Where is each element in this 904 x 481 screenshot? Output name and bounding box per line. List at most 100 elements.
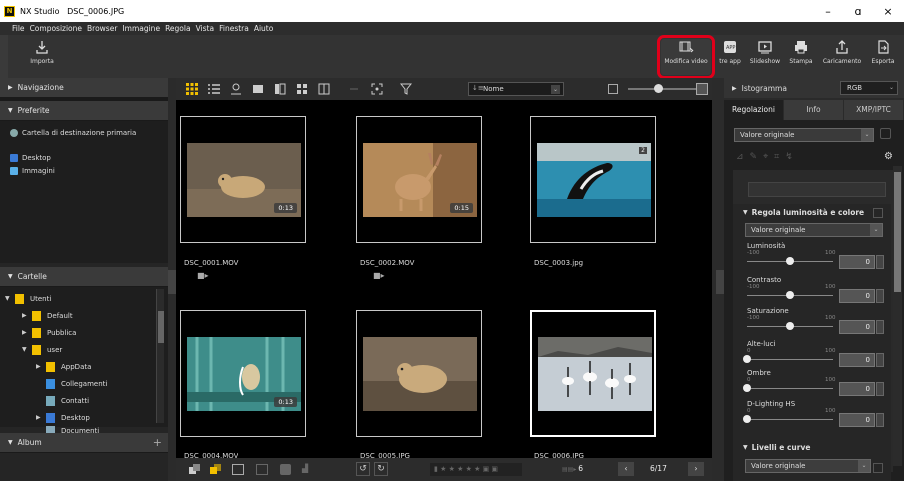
slider-knob[interactable]: [743, 384, 751, 392]
spinner-icon[interactable]: [876, 255, 884, 269]
previous-page-button[interactable]: ‹: [618, 462, 634, 476]
slider-track[interactable]: [747, 359, 833, 360]
rotate-left-icon[interactable]: ↺: [356, 462, 370, 476]
tree-item-default[interactable]: ▶ Default: [0, 307, 168, 324]
slideshow-button[interactable]: Slideshow: [748, 39, 782, 75]
fav-item-images[interactable]: Immagini: [0, 164, 168, 177]
folder-scrollbar[interactable]: [156, 289, 164, 423]
tab-regolazioni[interactable]: Regolazioni: [724, 100, 783, 120]
tab-info[interactable]: Info: [784, 100, 843, 120]
next-page-button[interactable]: ›: [688, 462, 704, 476]
rotate-right-icon[interactable]: ↻: [374, 462, 388, 476]
filmstrip-view-icon[interactable]: [273, 83, 286, 96]
sequence-icon[interactable]: [348, 83, 361, 96]
tree-item-desktop[interactable]: ▶ Desktop: [0, 409, 168, 426]
rating-stars[interactable]: ▮ ★ ★ ★ ★ ★ ▣ ▣: [430, 463, 522, 476]
tree-item-contatti[interactable]: Contatti: [0, 392, 168, 409]
slider-knob[interactable]: [786, 257, 794, 265]
thumb-size-large-icon[interactable]: [696, 83, 708, 95]
section-checkbox[interactable]: [873, 208, 883, 218]
close-button[interactable]: ×: [873, 0, 903, 22]
thumbnail-cell[interactable]: 0:15: [356, 116, 482, 243]
slider-knob[interactable]: [786, 322, 794, 330]
scrollbar-thumb[interactable]: [158, 311, 164, 343]
spinner-icon[interactable]: [876, 382, 884, 396]
other-apps-button[interactable]: APP tre app: [716, 39, 744, 75]
stack-icon[interactable]: [189, 464, 200, 475]
fav-item-desktop[interactable]: Desktop: [0, 151, 168, 164]
slider-knob[interactable]: [654, 84, 663, 93]
levels-preset-dropdown[interactable]: Valore originale ⌄: [745, 459, 871, 473]
menu-browser[interactable]: Browser: [87, 24, 117, 33]
map-view-icon[interactable]: [229, 83, 242, 96]
fav-item-primary-destination[interactable]: Cartella di destinazione primaria: [0, 126, 168, 139]
right-panel-scrollbar[interactable]: [893, 166, 902, 466]
thumbnail-cell[interactable]: 0:13: [180, 116, 306, 243]
spinner-icon[interactable]: [876, 320, 884, 334]
menu-file[interactable]: File: [12, 24, 25, 33]
slider-track[interactable]: [747, 388, 833, 389]
settings-gear-icon[interactable]: ⚙: [884, 151, 893, 162]
maximize-button[interactable]: ɑ: [843, 0, 873, 22]
thumbnail-cell-selected[interactable]: [530, 310, 656, 437]
print-button[interactable]: Stampa: [786, 39, 816, 75]
minimize-button[interactable]: –: [813, 0, 843, 22]
fullscreen-icon[interactable]: [370, 83, 383, 96]
scrollbar-thumb[interactable]: [894, 172, 901, 292]
tree-item-appdata[interactable]: ▶ AppData: [0, 358, 168, 375]
thumbnail-size-slider[interactable]: [628, 84, 698, 93]
sort-dropdown[interactable]: ↓≡ Nome ⌄: [468, 82, 564, 96]
slider-knob[interactable]: [786, 291, 794, 299]
preset-checkbox[interactable]: [880, 128, 891, 139]
thumbnail-cell[interactable]: 2: [530, 116, 656, 243]
menu-vista[interactable]: Vista: [196, 24, 215, 33]
color-label-icon[interactable]: [210, 464, 221, 475]
import-button[interactable]: Importa: [24, 39, 60, 75]
highlight-icon[interactable]: [280, 464, 291, 475]
compare-view-icon[interactable]: [295, 83, 308, 96]
filter-icon[interactable]: [399, 83, 412, 96]
menu-aiuto[interactable]: Aiuto: [254, 24, 274, 33]
slider-value-input[interactable]: 0: [839, 289, 875, 303]
thumbnail-cell[interactable]: 0:13: [180, 310, 306, 437]
slider-knob[interactable]: [743, 355, 751, 363]
menu-finestra[interactable]: Finestra: [219, 24, 249, 33]
folders-header[interactable]: ▼ Cartelle: [0, 267, 168, 287]
slider-value-input[interactable]: 0: [839, 255, 875, 269]
tree-item-pubblica[interactable]: ▶ Pubblica: [0, 324, 168, 341]
histogram-channel-dropdown[interactable]: RGB ⌄: [840, 81, 898, 95]
levels-checkbox[interactable]: [873, 463, 883, 473]
info-overlay-icon[interactable]: [232, 464, 244, 475]
spinner-icon[interactable]: [876, 413, 884, 427]
histogram-header[interactable]: ▶ Istogramma RGB ⌄: [724, 78, 904, 98]
album-header[interactable]: ▼ Album +: [0, 433, 168, 453]
adjustment-tools-icons[interactable]: ⊿✎⌖⌗↯: [736, 152, 876, 164]
slider-track[interactable]: [747, 419, 833, 420]
right-panel-collapse-tab[interactable]: [716, 270, 724, 294]
add-album-icon[interactable]: +: [153, 436, 162, 449]
spinner-icon[interactable]: [876, 289, 884, 303]
slider-value-input[interactable]: 0: [839, 382, 875, 396]
slider-value-input[interactable]: 0: [839, 413, 875, 427]
edit-video-button[interactable]: Modifica video: [657, 35, 715, 79]
collapsed-dropdown[interactable]: [748, 182, 886, 197]
grid-view-icon[interactable]: [185, 83, 198, 96]
menu-regola[interactable]: Regola: [165, 24, 191, 33]
brightness-preset-dropdown[interactable]: Valore originale ⌄: [745, 223, 883, 237]
tree-item-utenti[interactable]: ▼ Utenti: [0, 290, 168, 307]
histogram-icon[interactable]: ▟: [302, 464, 316, 475]
export-button[interactable]: Esporta: [866, 39, 900, 75]
thumb-size-small-icon[interactable]: [608, 84, 618, 94]
tab-xmp-iptc[interactable]: XMP/IPTC: [844, 100, 903, 120]
adjustment-preset-dropdown[interactable]: Valore originale ⌄: [734, 128, 874, 142]
levels-curves-header[interactable]: ▼ Livelli e curve: [733, 440, 891, 455]
brightness-color-header[interactable]: ▼ Regola luminosità e colore: [733, 204, 891, 221]
tree-item-user[interactable]: ▼ user: [0, 341, 168, 358]
left-panel-collapse-tab[interactable]: [168, 270, 176, 294]
list-view-icon[interactable]: [207, 83, 220, 96]
slider-value-input[interactable]: 0: [839, 353, 875, 367]
thumbnail-cell[interactable]: [356, 310, 482, 437]
upload-button[interactable]: Caricamento: [822, 39, 862, 75]
spinner-icon[interactable]: [876, 353, 884, 367]
navigation-header[interactable]: ▶ Navigazione: [0, 78, 168, 98]
